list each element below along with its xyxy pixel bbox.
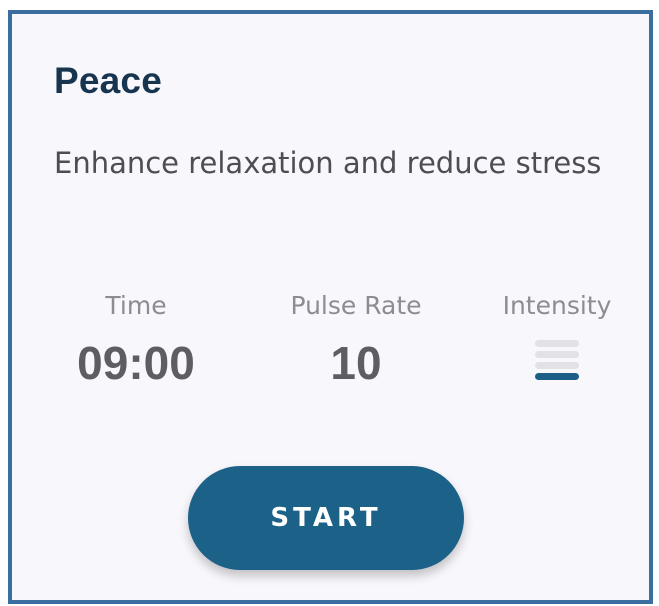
pulse-rate-stat: Pulse Rate 10 <box>266 286 446 394</box>
intensity-bar <box>535 340 579 347</box>
intensity-bar <box>535 362 579 369</box>
intensity-label: Intensity <box>502 291 612 320</box>
pulse-rate-value: 10 <box>330 337 382 389</box>
time-label: Time <box>105 291 167 320</box>
time-stat: Time 09:00 <box>52 286 220 394</box>
intensity-stat: Intensity <box>482 286 632 380</box>
intensity-level-icon <box>535 340 579 380</box>
intensity-bar <box>535 351 579 358</box>
pulse-rate-label: Pulse Rate <box>290 291 422 320</box>
intensity-bar <box>535 373 579 380</box>
program-title: Peace <box>54 60 162 101</box>
card-frame: Peace Enhance relaxation and reduce stre… <box>8 10 653 604</box>
program-description: Enhance relaxation and reduce stress <box>54 146 602 180</box>
time-value: 09:00 <box>77 337 195 389</box>
start-button[interactable]: START <box>188 466 464 570</box>
program-card: Peace Enhance relaxation and reduce stre… <box>12 14 649 600</box>
